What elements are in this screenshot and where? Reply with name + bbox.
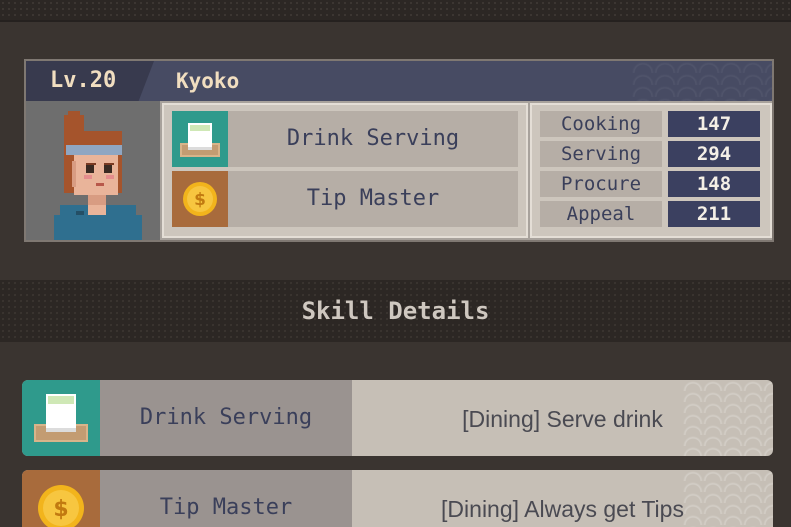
stat-value: 148 <box>668 171 760 197</box>
svg-text:$: $ <box>194 190 206 210</box>
tea-cup-icon <box>172 111 228 167</box>
stats-panel: Cooking 147 Serving 294 Procure 148 Appe… <box>530 103 772 238</box>
skill-details-header: Skill Details <box>0 280 791 342</box>
character-sprite <box>26 101 160 240</box>
section-title: Skill Details <box>301 297 490 325</box>
skill-name: Tip Master <box>159 495 293 520</box>
stat-procure: Procure 148 <box>540 171 764 197</box>
stat-appeal: Appeal 211 <box>540 201 764 227</box>
skill-row-drink-serving[interactable]: Drink Serving <box>172 111 518 167</box>
character-card: Lv.20 Kyoko Drink Serving $ Tip Master C… <box>24 59 774 242</box>
wave-pattern <box>683 380 773 456</box>
top-decorative-band <box>0 0 791 22</box>
svg-text:$: $ <box>53 497 68 522</box>
gold-coin-icon: $ <box>172 171 228 227</box>
skill-name-box: Tip Master <box>100 470 352 527</box>
skill-detail-drink-serving[interactable]: Drink Serving [Dining] Serve drink <box>22 380 773 456</box>
character-level: Lv.20 <box>50 68 117 93</box>
character-portrait <box>26 101 160 240</box>
stat-name: Cooking <box>540 111 662 137</box>
skill-label: Tip Master <box>306 186 440 211</box>
equipped-skills-panel: Drink Serving $ Tip Master <box>162 103 528 238</box>
skill-row-tip-master[interactable]: $ Tip Master <box>172 171 518 227</box>
gold-coin-icon: $ <box>22 470 100 527</box>
stat-value: 147 <box>668 111 760 137</box>
character-name: Kyoko <box>176 69 240 93</box>
skill-name-box: Drink Serving <box>100 380 352 456</box>
tea-cup-icon <box>22 380 100 456</box>
skill-detail-tip-master[interactable]: $ Tip Master [Dining] Always get Tips <box>22 470 773 527</box>
stat-name: Serving <box>540 141 662 167</box>
wave-pattern <box>632 61 772 101</box>
stat-serving: Serving 294 <box>540 141 764 167</box>
skill-label: Drink Serving <box>286 126 460 151</box>
stat-name: Procure <box>540 171 662 197</box>
wave-pattern <box>683 470 773 527</box>
stat-cooking: Cooking 147 <box>540 111 764 137</box>
skill-name: Drink Serving <box>139 405 313 430</box>
stat-value: 294 <box>668 141 760 167</box>
stat-value: 211 <box>668 201 760 227</box>
stat-name: Appeal <box>540 201 662 227</box>
character-header: Lv.20 Kyoko <box>26 61 772 101</box>
